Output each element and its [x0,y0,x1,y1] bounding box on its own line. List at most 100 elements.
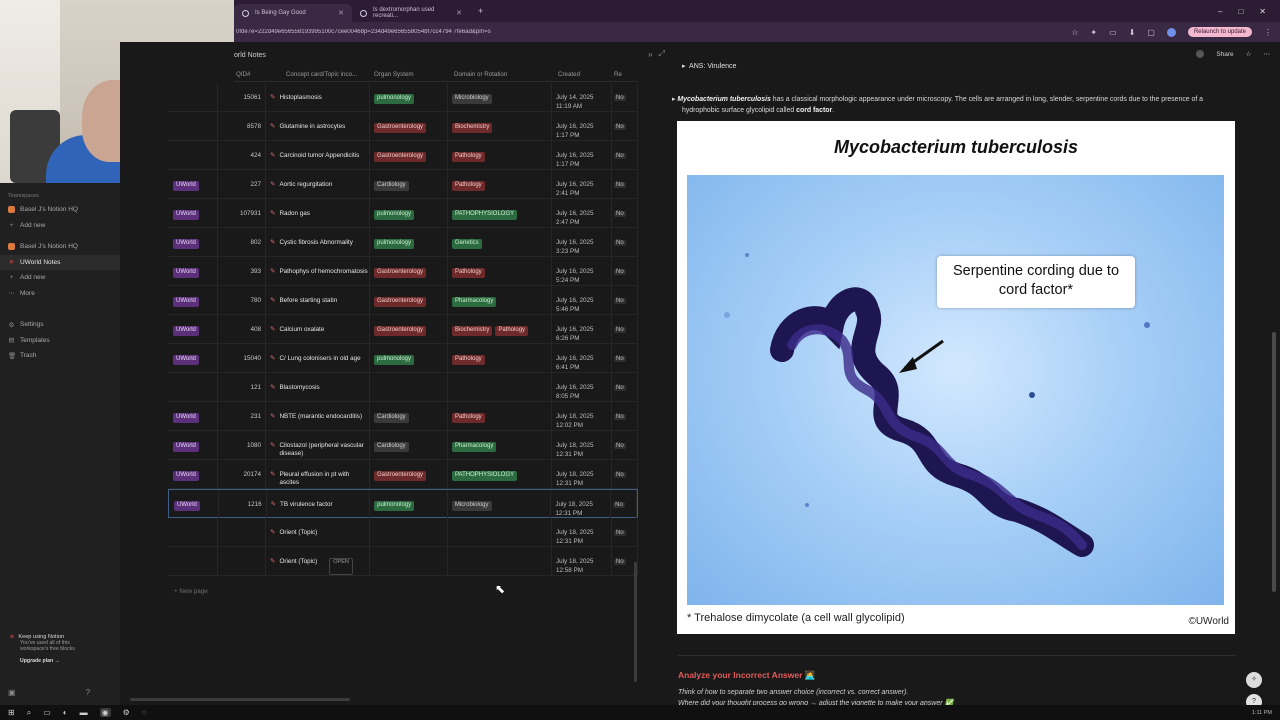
header-concept[interactable]: Concept card/Topic inco... [284,71,372,78]
cell-concept[interactable]: ✎ Radon gas [266,199,370,227]
cell-re[interactable]: No [612,257,638,285]
header-re[interactable]: Re [612,71,634,78]
header-qid[interactable]: QID# [234,71,284,78]
cell-organ-system[interactable]: Cardiology [370,170,448,198]
sidebar-item-workspace[interactable]: Basel J's Notion HQ [0,239,120,255]
cell-re[interactable]: No [612,460,638,488]
bookmark-star-icon[interactable]: ☆ [1071,28,1078,37]
cell-re[interactable]: No [612,431,638,459]
cell-qid[interactable]: 15040 [218,344,266,372]
cell-source[interactable]: UWorld [168,286,218,314]
header-organ[interactable]: Organ System [372,71,452,78]
cell-qid[interactable]: 780 [218,286,266,314]
sidebar-item-add-new[interactable]: + Add new [0,218,120,234]
table-row[interactable]: 424 ✎ Carcinoid tumor Appendicitis Gastroen… [168,141,638,170]
cell-domain[interactable]: Microbiology [448,83,552,111]
cell-domain[interactable]: Biochemistry [448,112,552,140]
search-icon[interactable]: ⌕ [27,708,31,718]
vertical-scrollbar[interactable] [634,562,637,682]
cell-organ-system[interactable] [370,547,448,575]
cell-re[interactable]: No [612,112,638,140]
table-row[interactable]: UWorld 107931 ✎ Radon gas pulmonology PATHOPH… [168,199,638,228]
cell-organ-system[interactable]: Gastroenterology [370,315,448,343]
cell-concept[interactable]: ✎ Glutamine in astrocytes [266,112,370,140]
cell-domain[interactable] [448,518,552,546]
chrome-icon[interactable]: ◉ [99,708,111,717]
cell-qid[interactable]: 408 [218,315,266,343]
close-window-icon[interactable]: ✕ [1259,7,1266,16]
cell-source[interactable] [168,141,218,169]
settings-app-icon[interactable]: ⚙ [123,708,130,717]
profile-avatar[interactable] [1166,27,1176,37]
cell-source[interactable] [168,83,218,111]
help-icon[interactable]: ? [86,688,90,697]
cell-concept[interactable]: ✎ TB virulence factor [267,490,371,518]
cell-qid[interactable]: 15061 [218,83,266,111]
cell-concept[interactable]: ✎ C/ Lung colonisers in old age [266,344,370,372]
sidebar-item-settings[interactable]: ⚙ Settings [0,317,120,333]
table-row[interactable]: UWorld 408 ✎ Calcium oxalate Gastroenterolog… [168,315,638,344]
cell-organ-system[interactable]: pulmonology [370,199,448,227]
cell-re[interactable]: No [611,490,637,518]
cell-concept[interactable]: ✎ Histoplasmosis [266,83,370,111]
cell-domain[interactable]: PATHOPHYSIOLOGY [448,199,552,227]
cell-domain[interactable]: Pathology [448,170,552,198]
cell-concept[interactable]: ✎ NBTE (marantic endocarditis) [266,402,370,430]
cell-domain[interactable] [448,547,552,575]
table-row[interactable]: UWorld 780 ✎ Before starting statin Gastroen… [168,286,638,315]
cell-re[interactable]: No [612,315,638,343]
cell-organ-system[interactable]: Gastroenterology [370,112,448,140]
more-options-icon[interactable]: ⋯ [1264,50,1271,58]
cell-domain[interactable]: Pathology [448,344,552,372]
cell-qid[interactable]: 107931 [218,199,266,227]
cell-re[interactable]: No [612,141,638,169]
cell-qid[interactable]: 424 [218,141,266,169]
cell-domain[interactable]: Pathology [448,141,552,169]
start-icon[interactable]: ⊞ [8,708,15,717]
tab-active[interactable]: Is Being Gay Good ✕ [234,4,352,22]
close-tab-icon[interactable]: ✕ [456,9,462,17]
power-icon[interactable]: ◌ [142,708,147,717]
cell-qid[interactable]: 121 [218,373,266,401]
cell-domain[interactable] [448,373,552,401]
cell-qid[interactable]: 231 [218,402,266,430]
url-field[interactable]: 0fde7e=222d49e656558193995100c7cee00468p… [234,29,1071,35]
table-row[interactable]: 15061 ✎ Histoplasmosis pulmonology Microbiol… [168,83,638,112]
task-view-icon[interactable]: ▭ [43,708,51,717]
table-row[interactable]: UWorld 393 ✎ Pathophys of hemochromatosis Ga… [168,257,638,286]
cell-organ-system[interactable]: Gastroenterology [370,286,448,314]
upgrade-plan-button[interactable]: Upgrade plan → [10,658,108,664]
cell-concept[interactable]: ✎ Pleural effusion in pt with ascites [266,460,370,488]
cell-concept[interactable]: ✎ Orient (Topic) OPEN [266,547,370,575]
cell-organ-system[interactable]: Cardiology [370,431,448,459]
close-tab-icon[interactable]: ✕ [338,9,344,17]
cell-organ-system[interactable]: pulmonology [370,83,448,111]
cell-qid[interactable] [218,547,266,575]
sidebar-item-uworld-notes[interactable]: ✕ UWorld Notes [0,254,120,270]
peek-scrollbar[interactable] [1272,332,1276,592]
cell-source[interactable]: UWorld [168,199,218,227]
cell-domain[interactable]: Biochemistry Pathology [448,315,552,343]
cell-concept[interactable]: ✎ Before starting statin [266,286,370,314]
share-button[interactable]: Share [1216,51,1233,58]
table-row[interactable]: UWorld 231 ✎ NBTE (marantic endocarditis) Ca… [168,402,638,431]
cell-re[interactable]: No [612,402,638,430]
cell-domain[interactable]: PATHOPHYSIOLOGY [448,460,552,488]
cell-qid[interactable]: 227 [218,170,266,198]
cell-concept[interactable]: ✎ Orient (Topic) [266,518,370,546]
ai-assistant-button[interactable]: ✧ [1246,672,1262,688]
cell-source[interactable] [168,547,218,575]
cell-organ-system[interactable]: Cardiology [370,402,448,430]
cell-domain[interactable]: Pathology [448,257,552,285]
open-page-button[interactable]: OPEN [329,558,353,575]
cell-organ-system[interactable]: pulmonology [370,344,448,372]
cell-re[interactable]: No [612,344,638,372]
cell-organ-system[interactable]: pulmonology [370,490,448,518]
header-created[interactable]: Created [556,71,612,78]
cell-domain[interactable]: Pharmacology [448,431,552,459]
table-row[interactable]: UWorld 1080 ✎ Cilostazol (peripheral vascul… [168,431,638,460]
relaunch-button[interactable]: Relaunch to update [1187,27,1252,37]
tab-inactive[interactable]: Is dextromorphan used recreati... ✕ [352,4,470,22]
cell-domain[interactable]: Genetics [448,228,552,256]
cell-source[interactable]: UWorld [168,228,218,256]
